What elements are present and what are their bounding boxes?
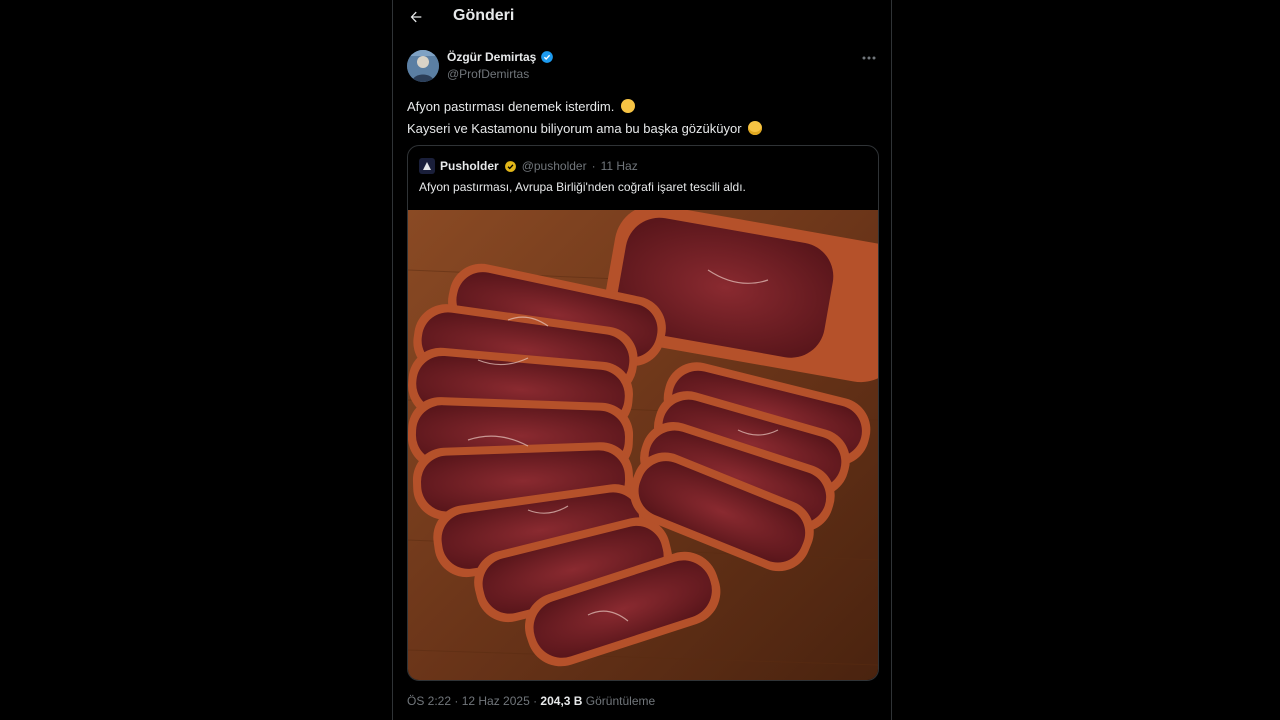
header: Gönderi <box>393 0 891 34</box>
verified-blue-icon <box>541 51 554 63</box>
hugging-face-emoji-icon <box>620 99 635 113</box>
back-button[interactable] <box>405 6 427 28</box>
quote-tweet-card[interactable]: Pusholder @pusholder · 11 Haz Afyon past… <box>407 145 879 681</box>
post-column: Gönderi Özgür Demirtaş @ProfDemirtas Afy… <box>392 0 892 720</box>
author-handle[interactable]: @ProfDemirtas <box>447 67 529 81</box>
verified-gold-icon <box>504 160 516 172</box>
quote-header: Pusholder @pusholder · 11 Haz <box>419 158 638 174</box>
nerd-face-emoji-icon <box>748 121 763 135</box>
tweet-text-line1: Afyon pastırması denemek isterdim. <box>407 99 615 114</box>
more-button[interactable] <box>859 50 879 66</box>
quote-text: Afyon pastırması, Avrupa Birliği'nden co… <box>419 180 746 194</box>
page-title: Gönderi <box>453 7 515 24</box>
quote-author-name[interactable]: Pusholder <box>440 159 499 173</box>
quote-avatar[interactable] <box>419 158 435 174</box>
author-name-row: Özgür Demirtaş <box>447 50 554 64</box>
arrow-left-icon <box>410 11 422 23</box>
tweet-text: Afyon pastırması denemek isterdim. Kayse… <box>407 96 877 140</box>
quote-separator: · <box>591 159 596 173</box>
quote-author-handle[interactable]: @pusholder <box>522 159 587 173</box>
views-count: 204,3 B <box>540 694 583 708</box>
author-name[interactable]: Özgür Demirtaş <box>447 50 536 64</box>
quote-date[interactable]: 11 Haz <box>601 159 638 173</box>
tweet-text-line2: Kayseri ve Kastamonu biliyorum ama bu ba… <box>407 121 742 136</box>
views-label: Görüntüleme <box>585 694 656 708</box>
avatar[interactable] <box>407 50 439 82</box>
meta-separator: · <box>529 694 541 708</box>
more-dots-icon <box>862 56 876 60</box>
tweet-meta: ÖS 2:22 · 12 Haz 2025 · 204,3 B Görüntül… <box>407 694 655 708</box>
pastirma-photo[interactable] <box>408 210 878 680</box>
tweet-timestamp[interactable]: ÖS 2:22 · 12 Haz 2025 <box>407 694 530 708</box>
